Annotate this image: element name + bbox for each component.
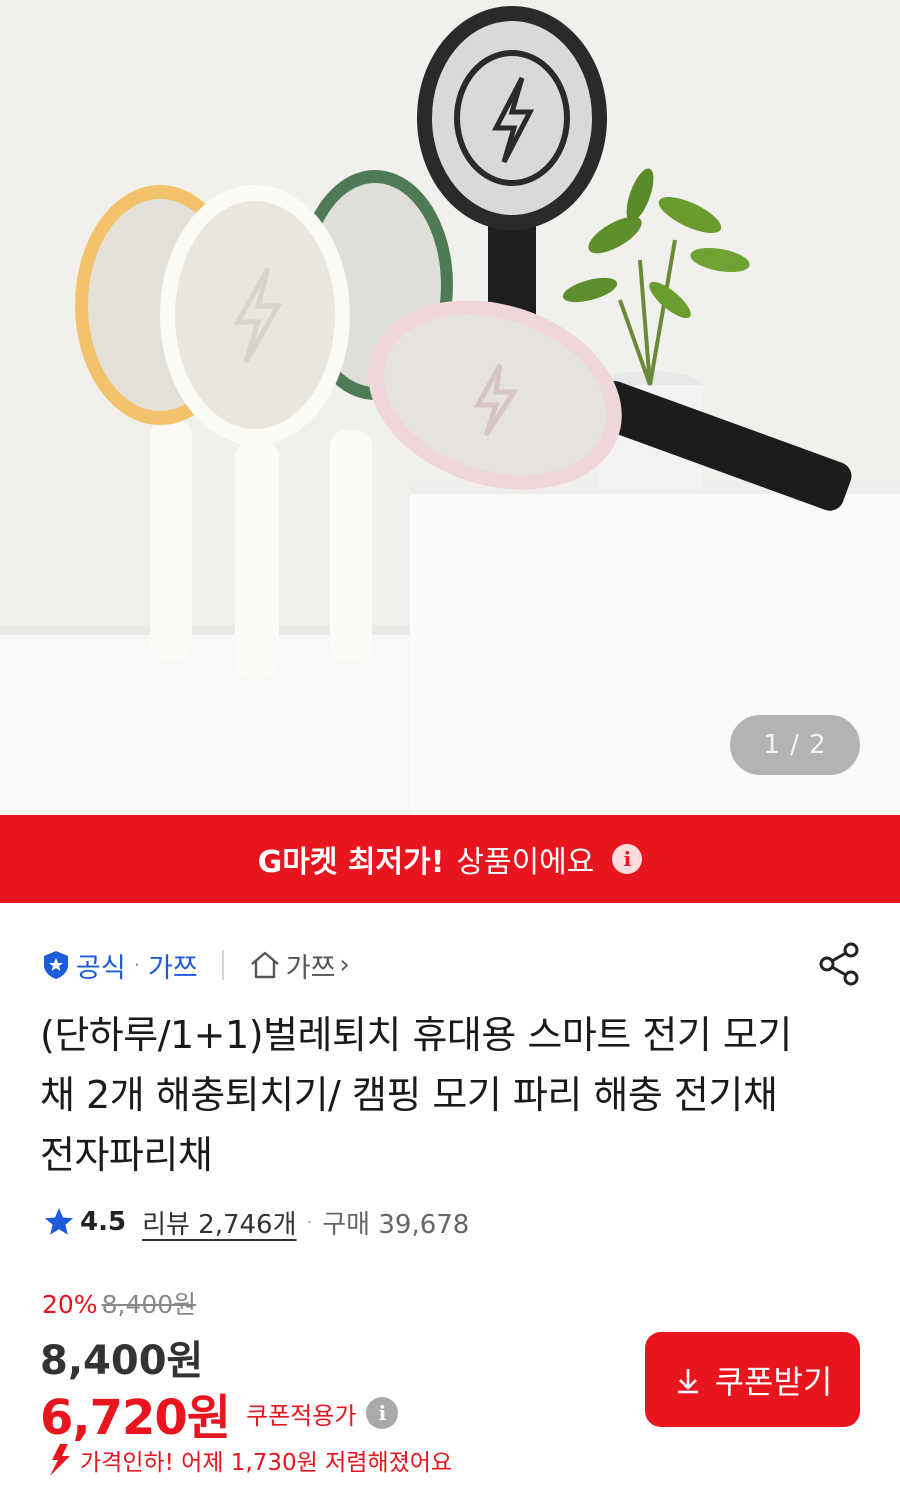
info-icon[interactable]: i bbox=[612, 844, 643, 874]
price-down-arrow-icon bbox=[50, 1444, 70, 1476]
home-icon bbox=[248, 948, 282, 982]
price-drop-text: 가격인하! 어제 1,730원 저렴해졌어요 bbox=[80, 1450, 453, 1476]
discount-rate: 20% bbox=[42, 1290, 98, 1319]
download-icon bbox=[677, 1368, 698, 1393]
get-coupon-button[interactable]: 쿠폰받기 bbox=[645, 1332, 860, 1427]
rating-score: 4.5 bbox=[80, 1207, 127, 1237]
banner-strong-text: G마켓 최저가! bbox=[257, 845, 445, 880]
store-name: 가쯔 bbox=[285, 952, 336, 984]
lowest-price-banner[interactable]: G마켓 최저가! 상품이에요 i bbox=[0, 815, 900, 903]
coupon-price-row: 6,720원 쿠폰적용가 i bbox=[40, 1378, 399, 1448]
store-link[interactable]: 가쯔 › bbox=[248, 946, 350, 985]
separator-dot: · bbox=[133, 953, 141, 977]
original-price: 8,400원 bbox=[101, 1290, 197, 1319]
chevron-right-icon: › bbox=[339, 950, 350, 980]
coupon-price: 6,720원 bbox=[40, 1390, 231, 1446]
coupon-button-label: 쿠폰받기 bbox=[714, 1363, 833, 1400]
product-title: (단하루/1+1)벌레퇴치 휴대용 스마트 전기 모기채 2개 해충퇴치기/ 캠… bbox=[40, 1013, 792, 1177]
product-image-gallery[interactable]: 1 / 2 bbox=[0, 0, 900, 815]
product-photo bbox=[0, 0, 900, 815]
seller-row: 공식 · 가쯔 가쯔 › bbox=[42, 940, 350, 990]
discount-row: 20% 8,400원 bbox=[42, 1285, 196, 1321]
separator-dot: · bbox=[306, 1211, 313, 1233]
coupon-price-label: 쿠폰적용가 bbox=[246, 1401, 357, 1430]
star-icon bbox=[45, 1208, 73, 1235]
image-page-indicator: 1 / 2 bbox=[730, 715, 860, 775]
purchase-count: 구매 39,678 bbox=[322, 1209, 470, 1240]
official-shield-icon bbox=[42, 950, 70, 980]
price-drop-notice: 가격인하! 어제 1,730원 저렴해졌어요 bbox=[40, 1442, 452, 1478]
banner-text: 상품이에요 bbox=[456, 845, 595, 880]
coupon-info-icon[interactable]: i bbox=[366, 1397, 399, 1429]
official-label: 공식 bbox=[76, 952, 126, 984]
review-count-link[interactable]: 리뷰 2,746개 bbox=[142, 1204, 296, 1241]
rating-row: 4.5 리뷰 2,746개 · 구매 39,678 bbox=[42, 1200, 469, 1244]
share-icon[interactable] bbox=[815, 940, 863, 988]
brand-link[interactable]: 가쯔 bbox=[148, 946, 198, 985]
divider bbox=[221, 950, 224, 980]
